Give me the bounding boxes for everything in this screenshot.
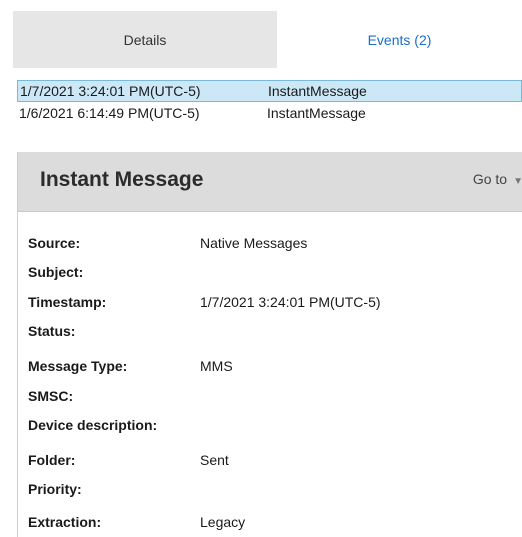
tab-events[interactable]: Events (2) [277,11,522,68]
field-label: Message Type: [28,358,128,374]
field-label: Timestamp: [28,294,107,310]
field-value: Sent [200,452,229,468]
field-label: Subject: [28,264,84,280]
event-timestamp: 1/6/2021 6:14:49 PM(UTC-5) [19,105,200,121]
panel-title: Instant Message [40,168,204,191]
field-label: Priority: [28,481,82,497]
chevron-down-icon: ▼ [513,176,522,187]
field-source: Source: Native Messages [28,233,307,253]
goto-dropdown[interactable]: Go to ▼ [473,171,522,187]
field-smsc: SMSC: [28,386,200,406]
field-status: Status: [28,321,200,341]
field-value: MMS [200,358,233,374]
field-label: Folder: [28,452,76,468]
field-extraction: Extraction: Legacy [28,512,245,532]
tab-bar: Details Events (2) [13,11,522,68]
field-label: Status: [28,323,76,339]
event-timestamp: 1/7/2021 3:24:01 PM(UTC-5) [20,83,201,99]
field-label: Device description: [28,417,158,433]
event-type: InstantMessage [268,83,367,99]
field-folder: Folder: Sent [28,450,229,470]
field-label: SMSC: [28,388,74,404]
field-value: 1/7/2021 3:24:01 PM(UTC-5) [200,294,381,310]
field-value: Native Messages [200,235,308,251]
field-device-description: Device description: [28,415,200,435]
field-value: Legacy [200,514,246,530]
field-subject: Subject: [28,262,200,282]
field-label: Source: [28,235,81,251]
goto-label: Go to [472,171,508,187]
field-message-type: Message Type: MMS [28,356,233,376]
field-label: Extraction: [28,514,102,530]
field-timestamp: Timestamp: 1/7/2021 3:24:01 PM(UTC-5) [28,292,381,312]
panel-header: Instant Message Go to ▼ [18,152,522,212]
event-row-selected[interactable]: 1/7/2021 3:24:01 PM(UTC-5) InstantMessag… [17,80,522,102]
events-list: 1/7/2021 3:24:01 PM(UTC-5) InstantMessag… [17,80,522,124]
tab-details[interactable]: Details [13,11,277,68]
field-priority: Priority: [28,479,200,499]
event-type: InstantMessage [267,105,366,121]
event-row[interactable]: 1/6/2021 6:14:49 PM(UTC-5) InstantMessag… [17,102,522,124]
